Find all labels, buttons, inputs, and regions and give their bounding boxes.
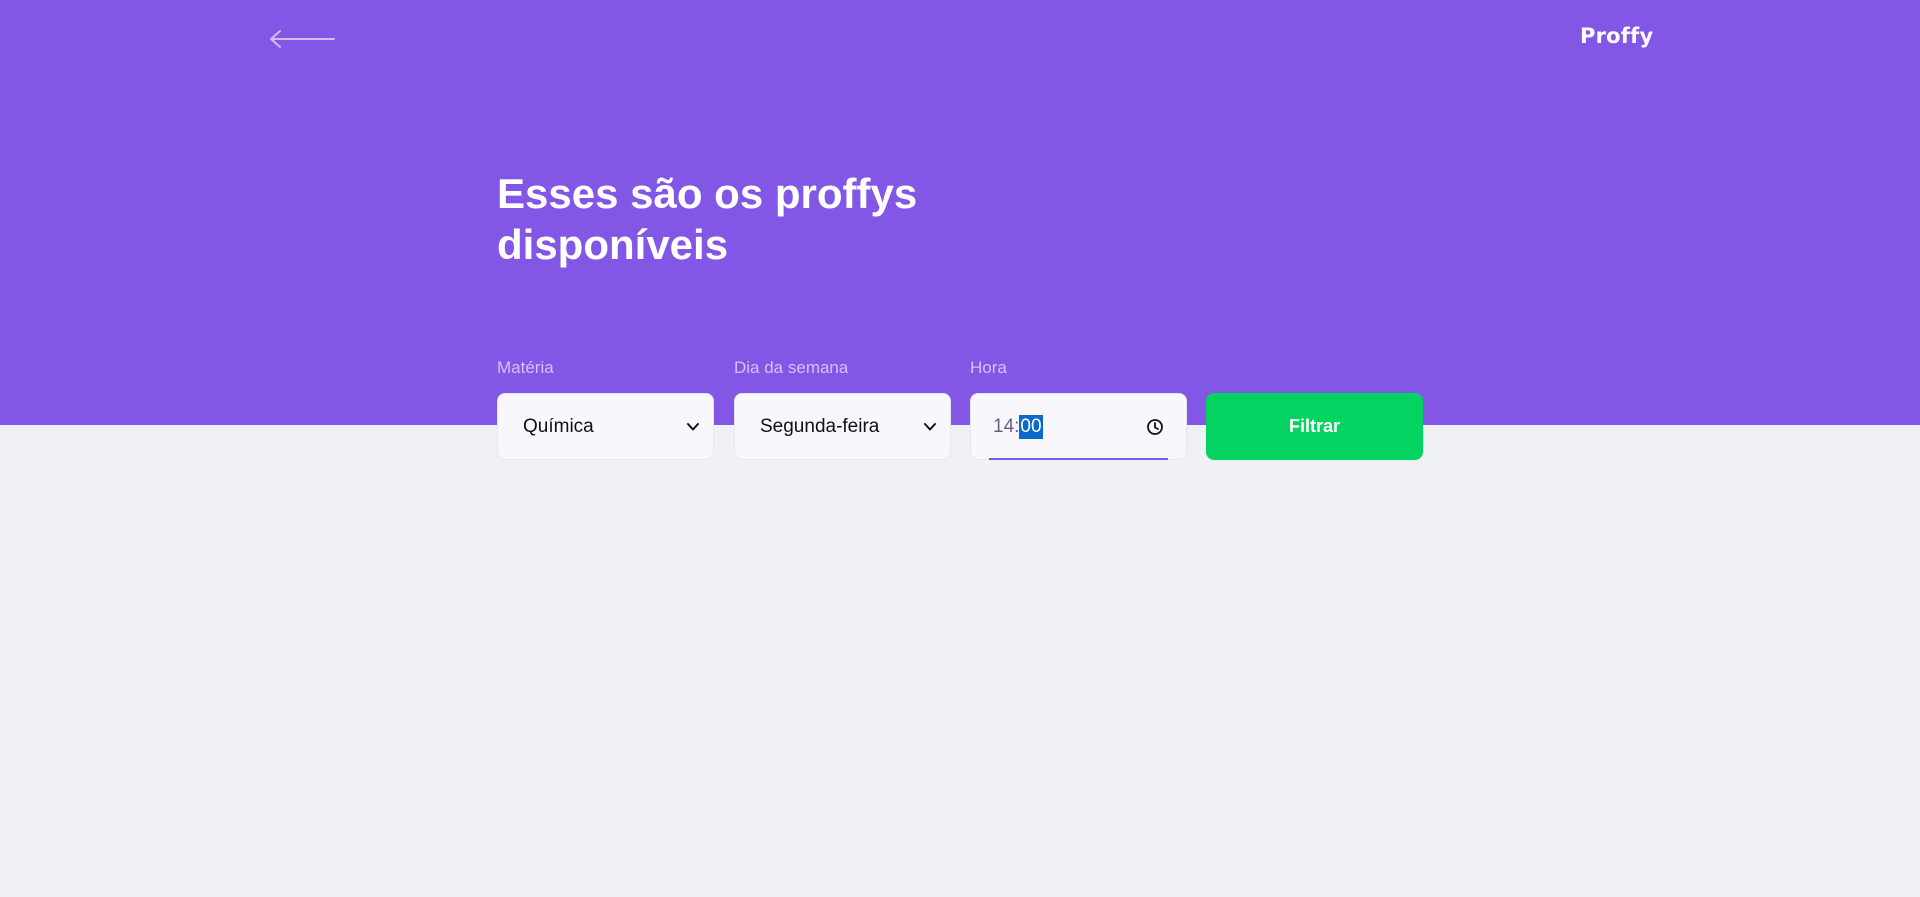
week-day-select[interactable]: Segunda-feira [734,393,951,460]
time-minutes[interactable]: 00 [1019,414,1043,439]
page-title-line-1: Esses são os proffys [497,170,918,217]
subject-select[interactable]: Química [497,393,714,460]
clock-icon[interactable] [1146,418,1164,436]
subject-label: Matéria [497,358,554,377]
filter-button[interactable]: Filtrar [1206,393,1423,460]
chevron-down-icon [924,422,936,430]
page-title-line-2: disponíveis [497,221,729,268]
logo: Proffy [1580,24,1654,48]
arrow-left-icon [270,30,335,48]
subject-select-value: Química [523,415,594,437]
week-day-label: Dia da semana [734,358,849,377]
time-input[interactable]: 14:00 [970,393,1187,460]
time-input-value: 14:00 [993,414,1043,439]
chevron-down-icon [687,422,699,430]
page-header: Proffy Esses são os proffys disponíveis … [0,0,1920,460]
back-link[interactable] [268,26,338,52]
week-day-select-value: Segunda-feira [760,415,880,437]
time-input-focus-underline [989,458,1168,460]
page-title: Esses são os proffys disponíveis [497,168,1017,270]
time-label: Hora [970,358,1007,377]
time-hours[interactable]: 14 [993,416,1014,438]
